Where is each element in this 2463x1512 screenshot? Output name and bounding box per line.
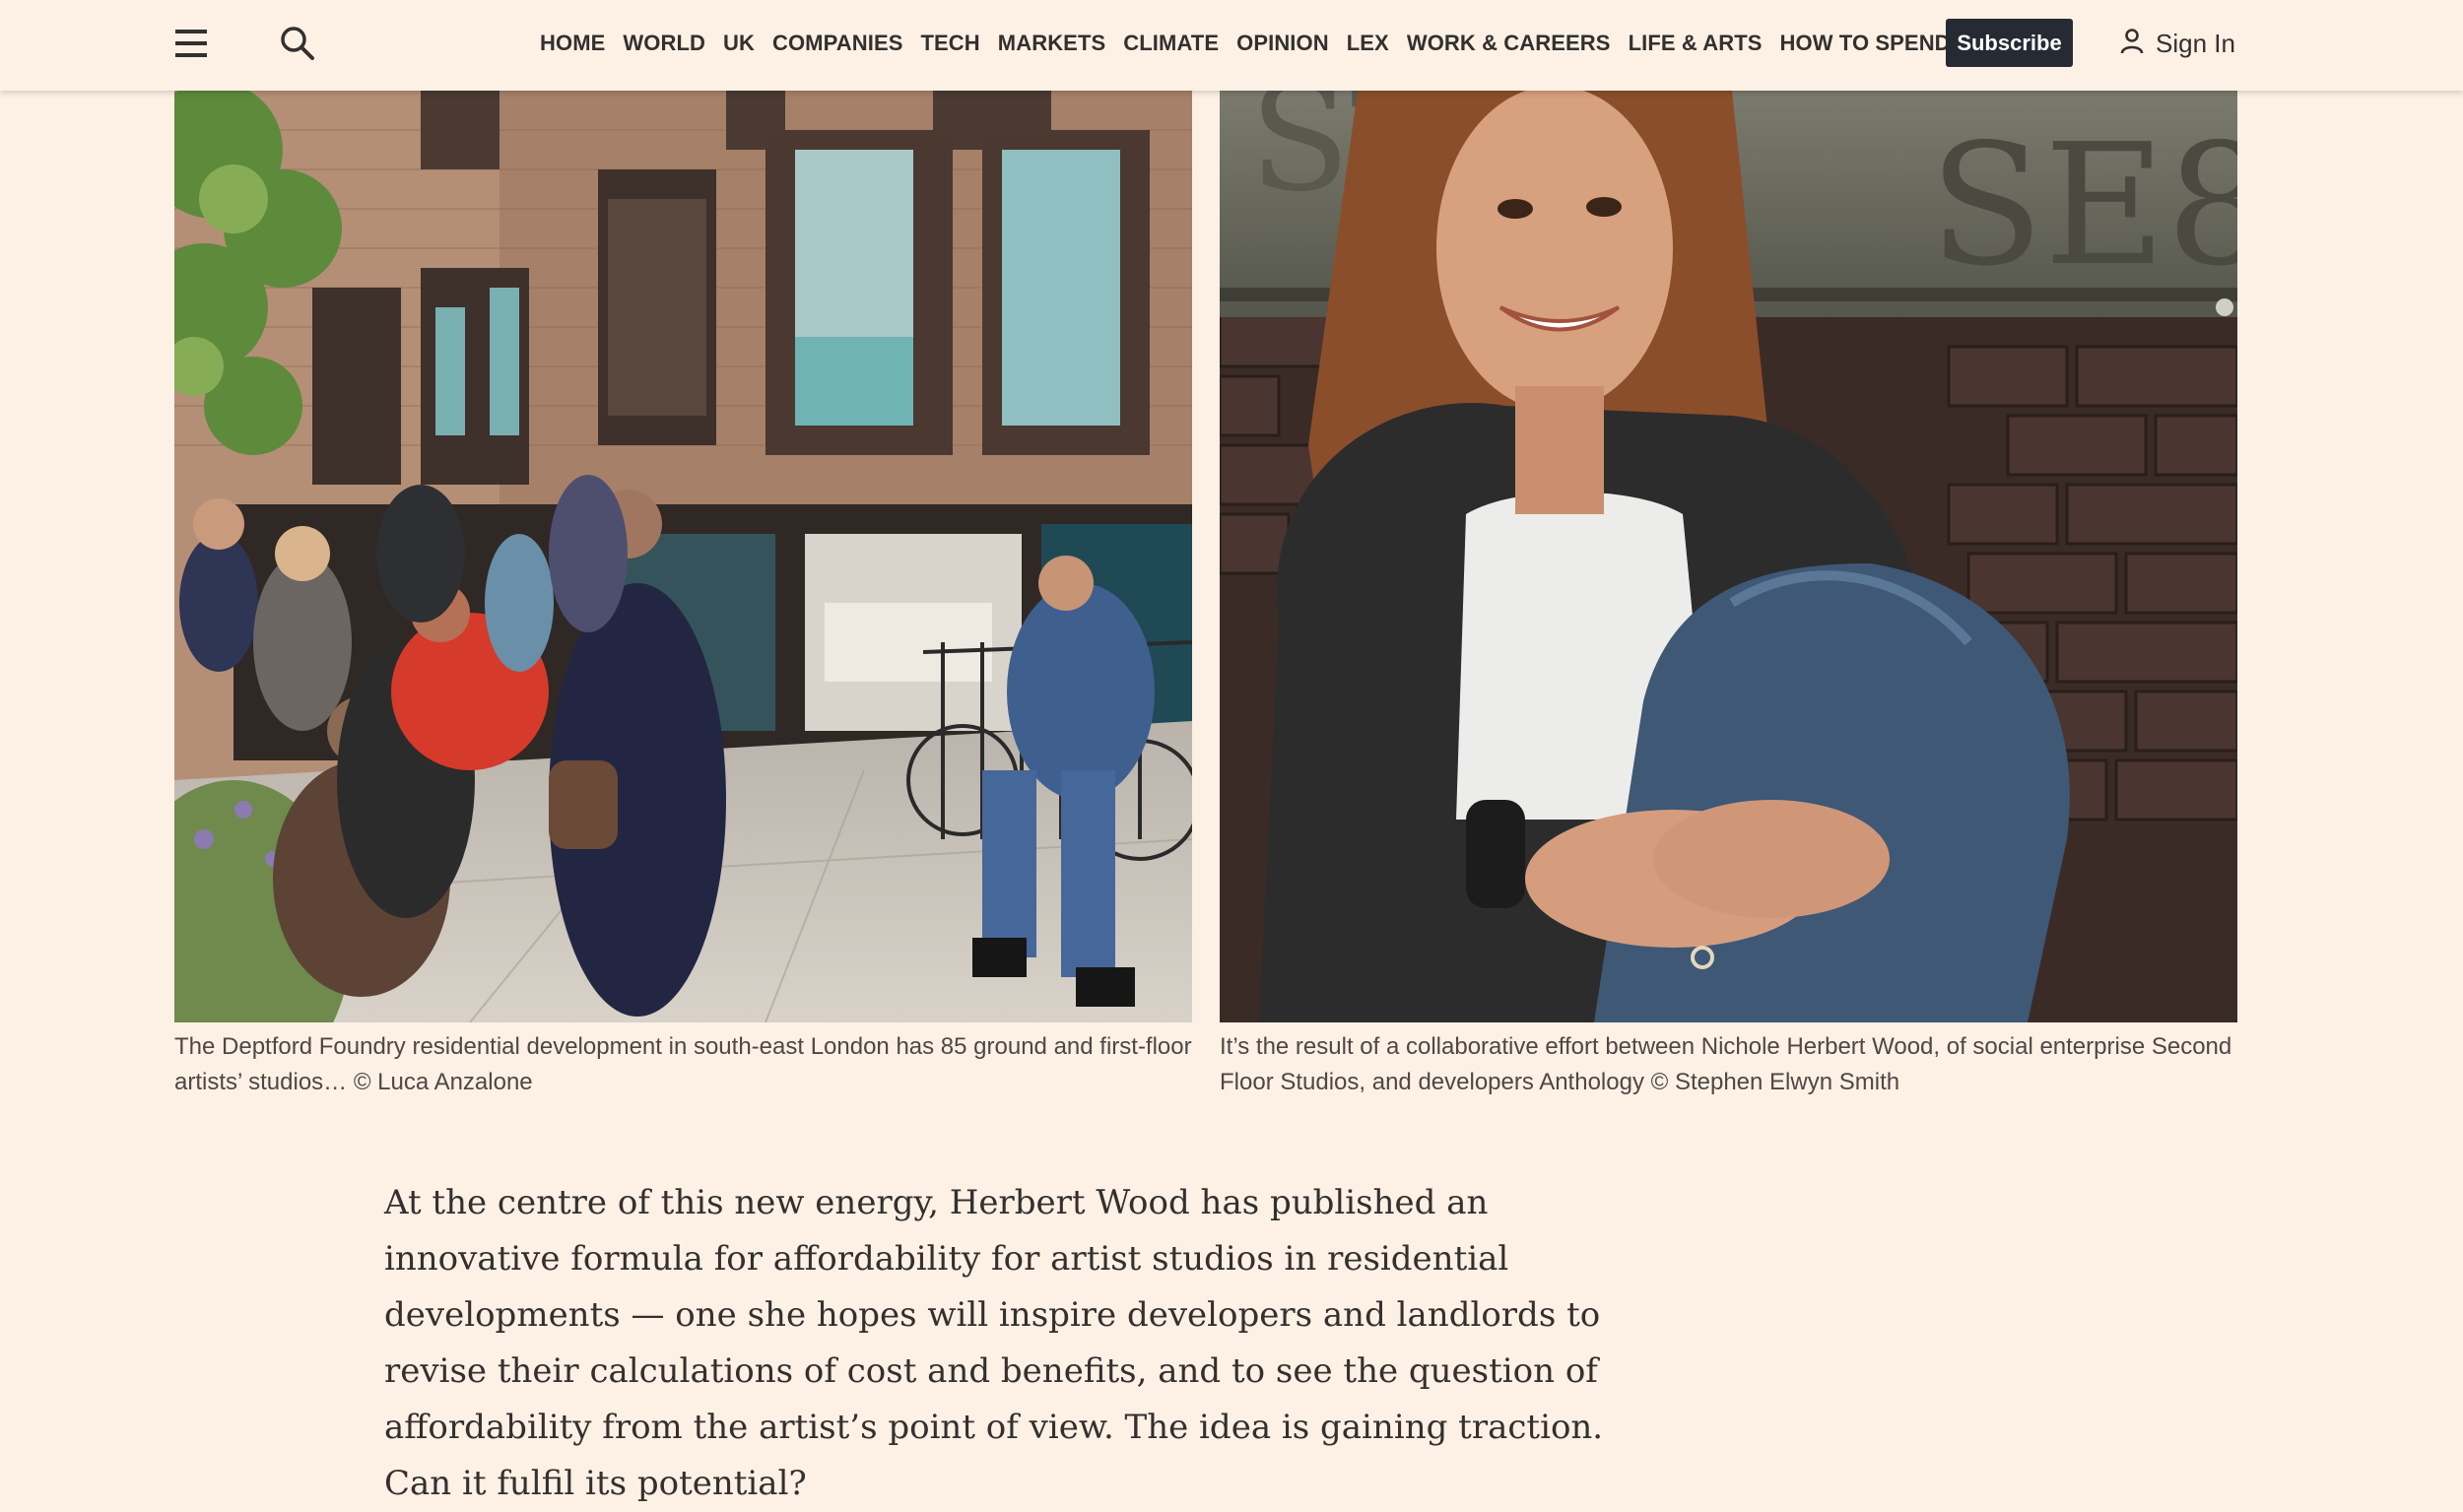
nav-markets[interactable]: MARKETS: [998, 31, 1105, 56]
nav-world[interactable]: WORLD: [623, 31, 705, 56]
main-nav: HOME WORLD UK COMPANIES TECH MARKETS CLI…: [540, 28, 1976, 59]
photo-caption-right: It’s the result of a collaborative effor…: [1220, 1033, 2232, 1095]
sign-in-label: Sign In: [2156, 28, 2235, 58]
top-navigation-bar: HOME WORLD UK COMPANIES TECH MARKETS CLI…: [0, 0, 2463, 91]
search-icon[interactable]: [278, 24, 317, 63]
street-sign-text: SE8: [1929, 108, 2237, 303]
nav-home[interactable]: HOME: [540, 31, 605, 56]
photo-caption-left: The Deptford Foundry residential develop…: [174, 1033, 1192, 1095]
hamburger-menu-icon[interactable]: [173, 26, 209, 61]
nav-life-arts[interactable]: LIFE & ARTS: [1629, 31, 1763, 56]
nav-uk[interactable]: UK: [723, 31, 755, 56]
deptford-foundry-photo: [174, 91, 1192, 1022]
nav-opinion[interactable]: OPINION: [1236, 31, 1329, 56]
sign-in-link[interactable]: Sign In: [2120, 22, 2235, 65]
nav-work-careers[interactable]: WORK & CAREERS: [1407, 31, 1611, 56]
nav-lex[interactable]: LEX: [1347, 31, 1389, 56]
nav-climate[interactable]: CLIMATE: [1123, 31, 1219, 56]
article-paragraph: At the centre of this new energy, Herber…: [384, 1183, 1604, 1503]
nav-tech[interactable]: TECH: [921, 31, 980, 56]
nichole-herbert-wood-portrait: SE8 STRA: [1220, 91, 2237, 1022]
subscribe-button[interactable]: Subscribe: [1946, 19, 2073, 67]
user-icon: [2120, 28, 2144, 60]
nav-companies[interactable]: COMPANIES: [772, 31, 903, 56]
